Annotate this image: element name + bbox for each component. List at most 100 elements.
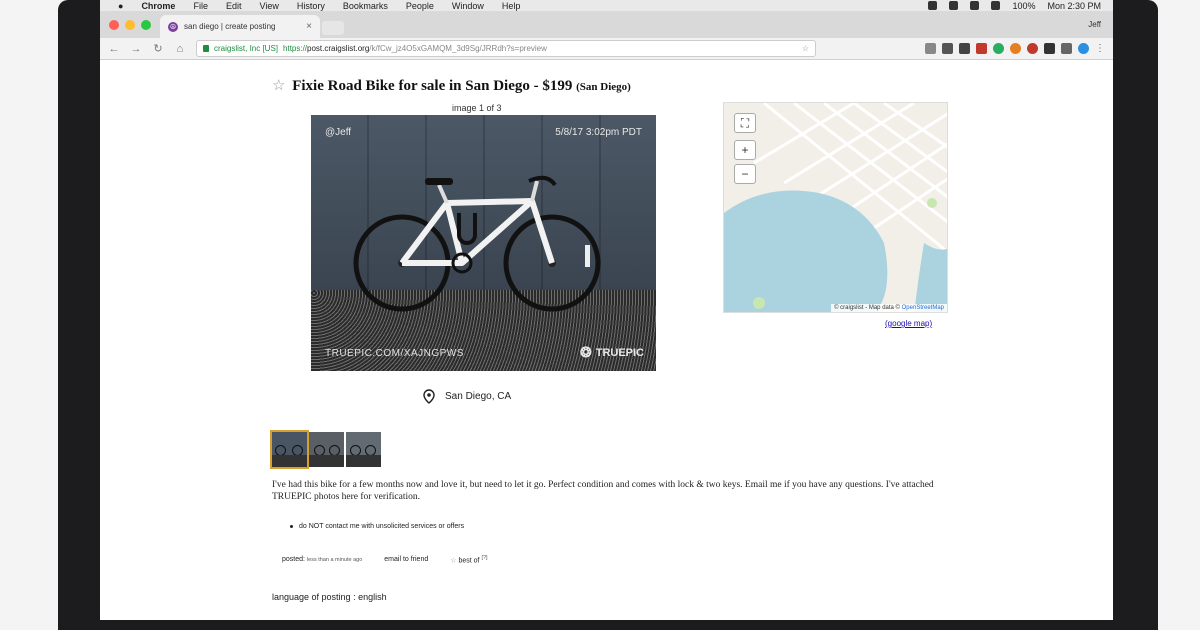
thumbnail-2[interactable] bbox=[309, 432, 344, 467]
menu-edit[interactable]: Edit bbox=[226, 1, 242, 11]
menu-bookmarks[interactable]: Bookmarks bbox=[343, 1, 388, 11]
menu-window[interactable]: Window bbox=[452, 1, 484, 11]
zoom-window-button[interactable] bbox=[141, 20, 151, 30]
menu-people[interactable]: People bbox=[406, 1, 434, 11]
status-icon[interactable] bbox=[949, 1, 959, 10]
thumb-wheel bbox=[350, 445, 361, 456]
location-text: San Diego, CA bbox=[445, 391, 512, 402]
home-icon[interactable]: ⌂ bbox=[174, 43, 186, 55]
menu-history[interactable]: History bbox=[297, 1, 325, 11]
photo-user-stamp: @Jeff bbox=[325, 127, 352, 138]
menu-view[interactable]: View bbox=[259, 1, 278, 11]
map-attribution: © craigslist - Map data © OpenStreetMap bbox=[831, 304, 947, 312]
best-of-text: best of bbox=[458, 557, 480, 565]
fullscreen-map-button[interactable]: ⛶ bbox=[734, 113, 756, 133]
profile-name[interactable]: Jeff bbox=[1088, 20, 1101, 29]
extension-icon[interactable] bbox=[1061, 43, 1072, 54]
posted-value: less than a minute ago bbox=[306, 557, 363, 564]
posting-location-suffix: (San Diego) bbox=[576, 81, 631, 93]
wifi-icon[interactable] bbox=[991, 1, 1001, 10]
extension-icon[interactable] bbox=[1044, 43, 1055, 54]
bullet bbox=[290, 525, 293, 528]
photo-verification-url: TRUEPIC.COM/XAJNGPWS bbox=[325, 348, 464, 359]
battery-level[interactable]: 100% bbox=[1012, 1, 1035, 11]
tab-title: san diego | create posting bbox=[184, 22, 276, 31]
screen: ● Chrome File Edit View History Bookmark… bbox=[100, 0, 1113, 620]
extension-icon[interactable] bbox=[942, 43, 953, 54]
close-window-button[interactable] bbox=[109, 20, 119, 30]
profile-avatar[interactable] bbox=[1078, 43, 1089, 54]
posting-footer: posted: less than a minute ago email to … bbox=[282, 555, 488, 564]
url-host: post.craigslist.org bbox=[307, 44, 370, 53]
tab-active[interactable]: ☮ san diego | create posting × bbox=[160, 15, 320, 38]
lock-icon bbox=[203, 45, 209, 52]
camera-shutter-icon: ❂ bbox=[579, 344, 592, 360]
thumbnail-1[interactable] bbox=[270, 430, 309, 469]
minimize-window-button[interactable] bbox=[125, 20, 135, 30]
status-icon[interactable] bbox=[928, 1, 938, 10]
thumb-wheel bbox=[329, 445, 340, 456]
best-of-star-icon: ☆ bbox=[450, 557, 457, 565]
extension-icon[interactable] bbox=[976, 43, 987, 54]
browser-toolbar: ← → ↻ ⌂ craigslist, Inc [US] https:// po… bbox=[100, 38, 1113, 60]
contact-notice: do NOT contact me with unsolicited servi… bbox=[290, 523, 464, 530]
menu-help[interactable]: Help bbox=[502, 1, 521, 11]
best-of-link[interactable]: ☆ best of [?] bbox=[450, 555, 487, 564]
posting-title: Fixie Road Bike for sale in San Diego - … bbox=[292, 78, 573, 94]
location-map[interactable]: ⛶ + − © craigslist - Map data © OpenStre… bbox=[723, 102, 948, 313]
truepic-logo: ❂ TRUEPIC bbox=[580, 344, 644, 361]
reload-icon[interactable]: ↻ bbox=[152, 42, 164, 55]
window-controls bbox=[109, 20, 151, 30]
map-attribution-text: © craigslist - Map data © bbox=[834, 305, 900, 311]
address-bar[interactable]: craigslist, Inc [US] https:// post.craig… bbox=[196, 40, 816, 57]
secure-org-label: craigslist, Inc [US] bbox=[214, 44, 279, 53]
thumb-wheel bbox=[365, 445, 376, 456]
tab-strip: ☮ san diego | create posting × Jeff bbox=[100, 11, 1113, 38]
thumb-wheel bbox=[292, 445, 303, 456]
email-to-friend-link[interactable]: email to friend bbox=[384, 556, 428, 563]
truepic-brand-text: TRUEPIC bbox=[595, 346, 644, 359]
main-photo[interactable]: @Jeff 5/8/17 3:02pm PDT TRUEPIC.COM/XAJN… bbox=[311, 115, 656, 371]
posted-info: posted: less than a minute ago bbox=[282, 556, 362, 563]
forward-icon[interactable]: → bbox=[130, 43, 142, 55]
mac-menubar: ● Chrome File Edit View History Bookmark… bbox=[100, 0, 1113, 11]
extension-icon[interactable] bbox=[993, 43, 1004, 54]
clock[interactable]: Mon 2:30 PM bbox=[1047, 1, 1101, 11]
extension-icon[interactable] bbox=[1010, 43, 1021, 54]
peace-favicon-icon: ☮ bbox=[168, 21, 178, 32]
posting-title-row: ☆ Fixie Road Bike for sale in San Diego … bbox=[272, 76, 631, 95]
bicycle-illustration bbox=[353, 175, 601, 312]
best-of-help[interactable]: [?] bbox=[481, 555, 487, 561]
thumbnail-3[interactable] bbox=[346, 432, 381, 467]
map-tiles bbox=[724, 103, 947, 312]
back-icon[interactable]: ← bbox=[108, 43, 120, 55]
extension-icon[interactable] bbox=[925, 43, 936, 54]
url-scheme: https:// bbox=[283, 44, 308, 53]
url-path: /k/fCw_jz4O5xGAMQM_3d9Sg/JRRdh?s=preview bbox=[369, 44, 547, 53]
new-tab-button[interactable] bbox=[322, 21, 344, 35]
openstreetmap-link[interactable]: OpenStreetMap bbox=[902, 305, 944, 311]
bookmark-star-icon[interactable]: ☆ bbox=[802, 44, 809, 53]
favorite-star-icon[interactable]: ☆ bbox=[272, 78, 285, 94]
extension-icon[interactable] bbox=[959, 43, 970, 54]
image-counter: image 1 of 3 bbox=[452, 103, 502, 113]
menubar-status-area: 100% Mon 2:30 PM bbox=[928, 1, 1113, 11]
extension-area: ⋮ bbox=[925, 43, 1105, 54]
posting-page: ☆ Fixie Road Bike for sale in San Diego … bbox=[100, 61, 1113, 620]
google-map-link[interactable]: (google map) bbox=[885, 319, 932, 328]
menu-dots-icon[interactable]: ⋮ bbox=[1095, 43, 1105, 54]
menu-app-name[interactable]: Chrome bbox=[141, 1, 175, 11]
menu-file[interactable]: File bbox=[193, 1, 208, 11]
zoom-in-button[interactable]: + bbox=[734, 140, 756, 160]
photo-location: San Diego, CA bbox=[423, 389, 511, 404]
photo-timestamp: 5/8/17 3:02pm PDT bbox=[555, 127, 642, 138]
close-tab-icon[interactable]: × bbox=[306, 21, 312, 32]
zoom-out-button[interactable]: − bbox=[734, 164, 756, 184]
posting-description: I've had this bike for a few months now … bbox=[272, 480, 934, 502]
notice-text: do NOT contact me with unsolicited servi… bbox=[299, 523, 465, 530]
thumbnail-strip bbox=[270, 430, 381, 469]
thumb-wheel bbox=[314, 445, 325, 456]
apple-menu-icon[interactable]: ● bbox=[118, 1, 123, 11]
status-icon[interactable] bbox=[970, 1, 980, 10]
extension-icon[interactable] bbox=[1027, 43, 1038, 54]
